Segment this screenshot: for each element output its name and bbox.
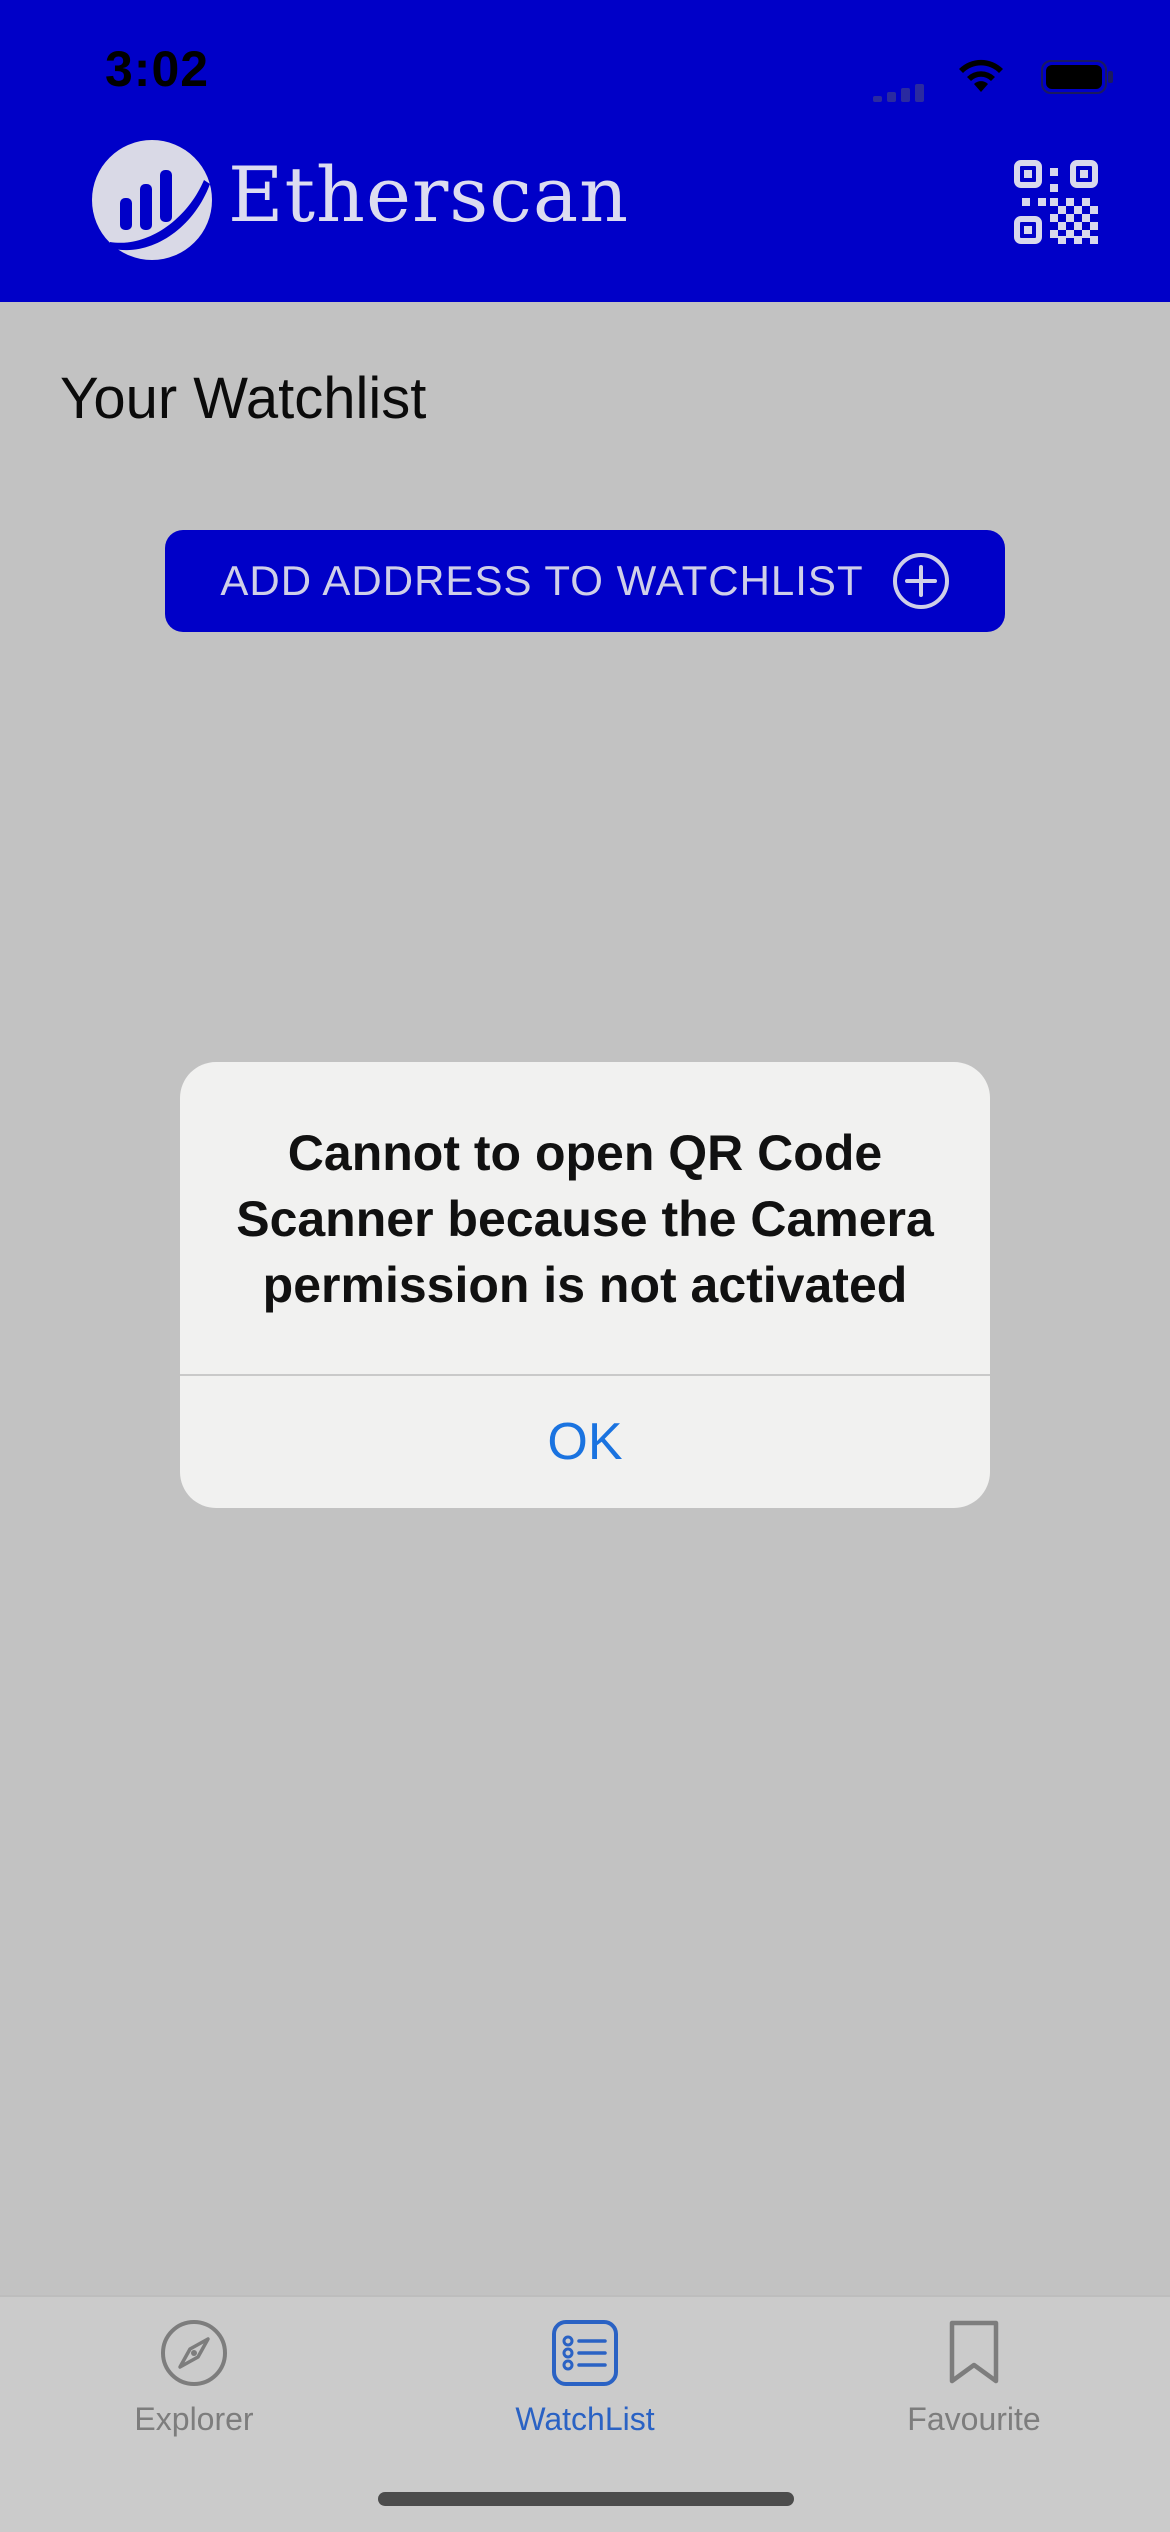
home-indicator[interactable] xyxy=(378,2492,794,2506)
plus-circle-icon xyxy=(892,553,949,609)
add-address-button[interactable]: ADD ADDRESS TO WATCHLIST xyxy=(165,530,1005,632)
page-title: Your Watchlist xyxy=(60,366,427,431)
tab-favourite-label: Favourite xyxy=(907,2401,1041,2437)
brand-name: Etherscan xyxy=(228,150,630,239)
bookmark-icon xyxy=(949,2320,999,2384)
alert-message: Cannot to open QR Code Scanner because t… xyxy=(236,1125,934,1313)
tab-watchlist[interactable]: WatchList xyxy=(455,2317,715,2457)
list-icon xyxy=(552,2320,618,2386)
alert-ok-button[interactable]: OK xyxy=(180,1376,990,1508)
tab-favourite[interactable]: Favourite xyxy=(844,2317,1104,2457)
battery-icon xyxy=(1041,60,1113,94)
add-address-label: ADD ADDRESS TO WATCHLIST xyxy=(220,557,864,604)
tab-watchlist-label: WatchList xyxy=(515,2401,655,2437)
status-time: 3:02 xyxy=(105,41,210,97)
compass-icon xyxy=(161,2320,227,2386)
cellular-signal-icon xyxy=(873,84,924,102)
app-header: 3:02 Etherscan xyxy=(0,0,1170,302)
qr-code-icon[interactable] xyxy=(1014,160,1098,244)
etherscan-logo xyxy=(92,140,212,260)
tab-explorer[interactable]: Explorer xyxy=(64,2317,324,2457)
camera-permission-alert: Cannot to open QR Code Scanner because t… xyxy=(180,1062,990,1508)
tab-explorer-label: Explorer xyxy=(134,2401,254,2437)
wifi-icon xyxy=(959,59,1003,92)
